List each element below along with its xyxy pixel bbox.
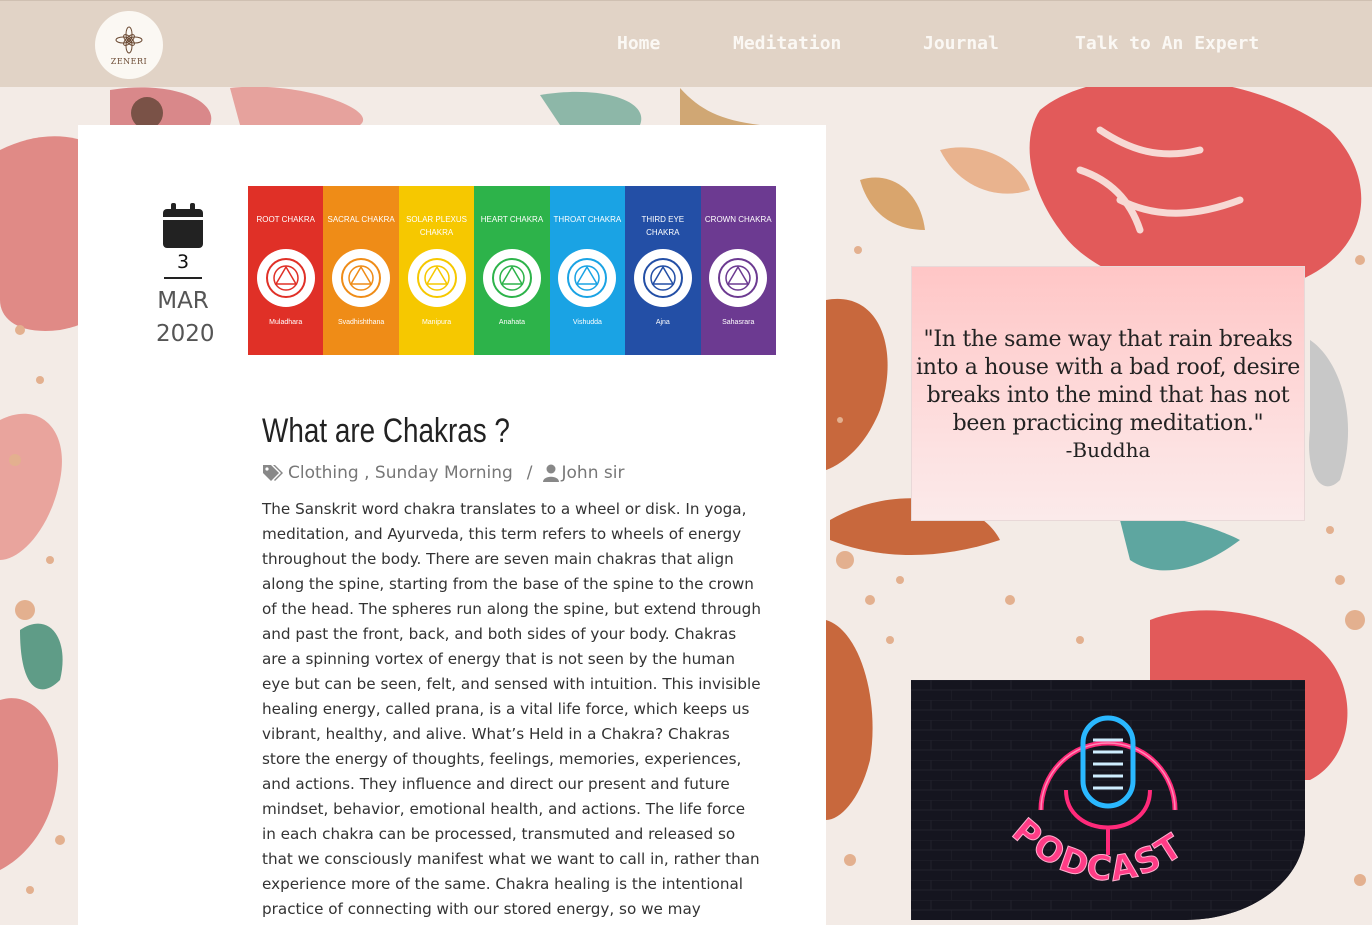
post-author[interactable]: John sir [562,463,625,483]
chakra-name: CROWN CHAKRA [704,215,772,224]
chakra-sanskrit-name: Anahata [498,319,526,326]
post-date: 3 MAR 2020 [156,203,215,351]
chakra-symbol-icon [558,249,617,307]
nav-meditation[interactable]: Meditation [733,33,841,54]
nav-home[interactable]: Home [617,33,660,54]
logo-text: ZENERI [110,56,148,66]
post-title[interactable]: What are Chakras ? [262,412,510,451]
chakra-sanskrit-name: Sahasrara [722,319,755,326]
chakra-symbol-icon [256,249,315,307]
chakra-banner-image[interactable]: ROOT CHAKRA Muladhara SACRAL CHAKRA Svadhis… [248,186,776,355]
chakra-column: SACRAL CHAKRA Svadhishthana [323,186,399,355]
post-body-text: The Sanskrit word chakra translates to a… [262,500,761,918]
chakra-name: THIRD EYE CHAKRA [641,215,685,237]
site-logo[interactable]: ZENERI [95,11,163,79]
chakra-name: SOLAR PLEXUS CHAKRA [406,215,467,237]
chakra-sanskrit-name: Muladhara [269,319,303,326]
chakra-symbol-icon [709,249,768,307]
chakra-symbol-icon [633,249,692,307]
date-day: 3 [176,251,190,273]
quote-author: -Buddha [1065,437,1151,462]
chakra-sanskrit-name: Svadhishthana [337,319,385,326]
top-navbar: ZENERI Home Meditation Journal Talk to A… [0,0,1372,87]
calendar-icon [163,203,203,248]
chakra-symbol-icon [407,249,466,307]
chakra-sanskrit-name: Vishudda [572,319,602,326]
quote-widget: "In the same way that rain breaks into a… [911,266,1305,521]
chakra-sanskrit-name: Ajna [655,319,670,326]
date-month: MAR [157,288,209,314]
user-icon [542,464,559,482]
chakra-column: THROAT CHAKRA Vishudda [549,186,626,355]
meta-separator: / [526,463,533,483]
date-year: 2020 [156,321,215,347]
chakra-column: THIRD EYE CHAKRA Ajna [625,186,701,355]
post-meta: Clothing , Sunday Morning / John sir [262,463,624,483]
chakra-name: THROAT CHAKRA [553,215,622,224]
chakra-column: HEART CHAKRA Anahata [474,186,550,355]
podcast-widget[interactable]: PODCAST [911,680,1305,920]
lotus-icon [115,26,143,53]
chakra-column: ROOT CHAKRA Muladhara [248,186,324,355]
chakra-sanskrit-name: Manipura [421,319,452,326]
quote-text: "In the same way that rain breaks into a… [915,326,1301,436]
post-categories[interactable]: Clothing , Sunday Morning [288,463,513,483]
chakra-symbol-icon [332,249,391,307]
chakra-column: CROWN CHAKRA Sahasrara [700,186,776,355]
chakra-column: SOLAR PLEXUS CHAKRA Manipura [398,186,475,355]
date-divider [164,277,202,279]
nav-talk-to-expert[interactable]: Talk to An Expert [1075,33,1259,54]
chakra-name: HEART CHAKRA [480,215,544,224]
podcast-microphone-image: PODCAST [911,680,1305,920]
chakra-symbol-icon [482,249,541,307]
blog-post-card: 3 MAR 2020 ROOT CHAKRA Muladhara SACRAL CH… [78,125,826,925]
chakra-name: SACRAL CHAKRA [327,215,395,224]
nav-journal[interactable]: Journal [923,33,999,54]
tags-icon [263,465,283,481]
chakra-name: ROOT CHAKRA [256,215,315,224]
